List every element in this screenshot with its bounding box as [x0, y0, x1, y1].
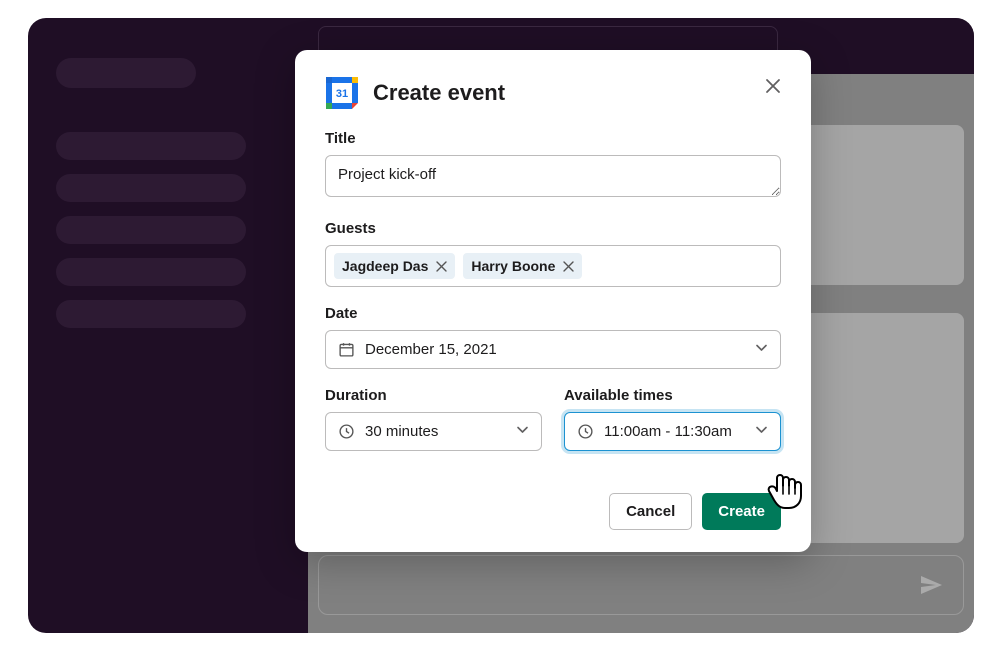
create-event-modal: 31 Create event Title Guests Jagdeep Das… — [295, 50, 811, 552]
modal-header: 31 Create event — [325, 76, 781, 110]
chevron-down-icon — [755, 341, 768, 358]
remove-guest-button[interactable] — [563, 261, 574, 272]
guest-chip-label: Harry Boone — [471, 258, 555, 274]
guests-label: Guests — [325, 220, 781, 237]
compose-box[interactable] — [318, 555, 964, 615]
modal-footer: Cancel Create — [325, 493, 781, 530]
duration-label: Duration — [325, 387, 542, 404]
date-group: Date December 15, 2021 — [325, 305, 781, 369]
remove-guest-button[interactable] — [436, 261, 447, 272]
title-input[interactable] — [325, 155, 781, 197]
date-label: Date — [325, 305, 781, 322]
title-label: Title — [325, 130, 781, 147]
send-icon — [919, 573, 943, 597]
close-icon — [563, 261, 574, 272]
available-times-label: Available times — [564, 387, 781, 404]
date-select[interactable]: December 15, 2021 — [325, 330, 781, 369]
svg-text:31: 31 — [336, 88, 348, 100]
calendar-icon — [338, 341, 355, 358]
cancel-button[interactable]: Cancel — [609, 493, 692, 530]
available-times-group: Available times 11:00am - 11:30am — [564, 387, 781, 451]
chevron-down-icon — [755, 423, 768, 440]
close-icon — [765, 78, 781, 94]
date-value: December 15, 2021 — [365, 341, 497, 358]
duration-select[interactable]: 30 minutes — [325, 412, 542, 451]
available-times-select[interactable]: 11:00am - 11:30am — [564, 412, 781, 451]
google-calendar-icon: 31 — [325, 76, 359, 110]
title-group: Title — [325, 130, 781, 202]
close-button[interactable] — [761, 74, 785, 98]
guests-input[interactable]: Jagdeep Das Harry Boone — [325, 245, 781, 287]
guests-group: Guests Jagdeep Das Harry Boone — [325, 220, 781, 287]
sidebar-item-placeholder — [56, 132, 246, 160]
duration-value: 30 minutes — [365, 423, 438, 440]
guest-chip-label: Jagdeep Das — [342, 258, 428, 274]
available-times-value: 11:00am - 11:30am — [604, 423, 732, 440]
guest-chip: Harry Boone — [463, 253, 582, 279]
modal-title: Create event — [373, 80, 505, 106]
sidebar — [28, 18, 308, 633]
create-button[interactable]: Create — [702, 493, 781, 530]
sidebar-workspace-placeholder — [56, 58, 196, 88]
sidebar-item-placeholder — [56, 300, 246, 328]
chevron-down-icon — [516, 423, 529, 440]
sidebar-item-placeholder — [56, 216, 246, 244]
clock-icon — [577, 423, 594, 440]
sidebar-item-placeholder — [56, 258, 246, 286]
clock-icon — [338, 423, 355, 440]
sidebar-item-placeholder — [56, 174, 246, 202]
close-icon — [436, 261, 447, 272]
guest-chip: Jagdeep Das — [334, 253, 455, 279]
duration-group: Duration 30 minutes — [325, 387, 542, 451]
